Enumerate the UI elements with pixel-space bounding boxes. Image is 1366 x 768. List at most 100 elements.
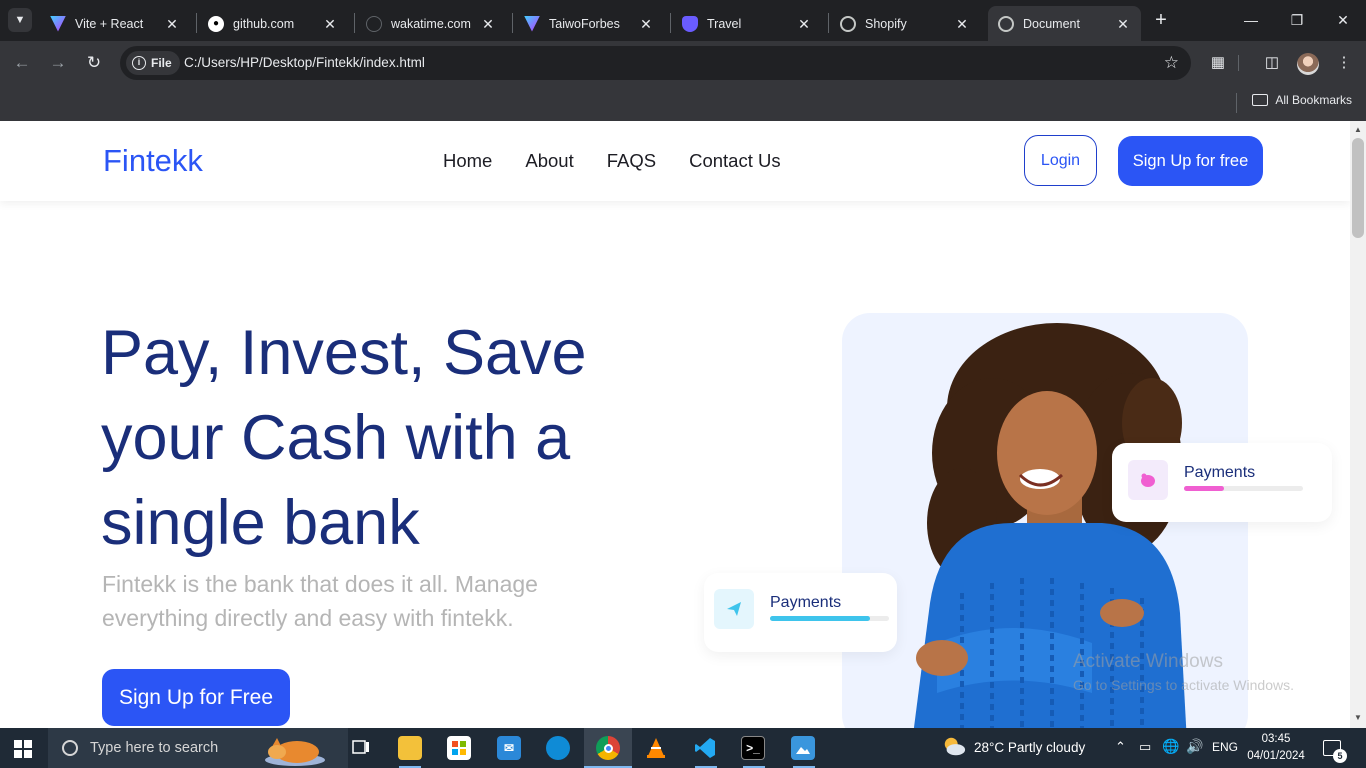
tab-title: github.com	[233, 16, 295, 31]
bookmarks-separator	[1236, 93, 1237, 113]
tab-taiwoforbes[interactable]: TaiwoForbes ✕	[514, 6, 664, 41]
browser-toolbar: ← → ↻ i File C:/Users/HP/Desktop/Fintekk…	[0, 41, 1366, 85]
close-window-button[interactable]: ✕	[1320, 0, 1366, 40]
volume-icon[interactable]: 🔊	[1186, 738, 1203, 755]
reload-button[interactable]: ↻	[82, 51, 106, 75]
new-tab-button[interactable]: +	[1150, 10, 1172, 32]
tab-wakatime[interactable]: wakatime.com ✕	[356, 6, 506, 41]
tab-shopify[interactable]: Shopify ✕	[830, 6, 980, 41]
all-bookmarks-label: All Bookmarks	[1275, 93, 1352, 107]
site-navbar: Fintekk Home About FAQS Contact Us Login…	[0, 121, 1350, 201]
tab-strip: ▼ Vite + React ✕ ● github.com ✕ wakatime…	[0, 0, 1366, 41]
extensions-icon[interactable]: ▦	[1206, 51, 1230, 75]
piggy-bank-icon	[1128, 460, 1168, 500]
back-button[interactable]: ←	[10, 51, 34, 75]
tab-vite-react[interactable]: Vite + React ✕	[40, 6, 190, 41]
plus-icon: +	[1155, 9, 1167, 31]
tab-separator	[512, 13, 513, 33]
close-icon[interactable]: ✕	[1115, 16, 1131, 32]
hero-title: Pay, Invest, Save your Cash with a singl…	[101, 318, 587, 558]
windows-start-icon[interactable]	[14, 740, 32, 758]
wakatime-icon	[366, 15, 382, 32]
photos-icon[interactable]	[791, 736, 815, 760]
menu-dots-icon[interactable]: ⋮	[1332, 51, 1356, 75]
arrow-left-icon: ←	[13, 53, 31, 72]
close-icon[interactable]: ✕	[954, 16, 970, 32]
close-icon[interactable]: ✕	[638, 16, 654, 32]
tab-separator	[196, 13, 197, 33]
tab-title: Vite + React	[75, 16, 144, 31]
login-button[interactable]: Login	[1024, 135, 1097, 186]
minimize-icon: —	[1244, 12, 1258, 28]
edge-icon[interactable]	[546, 736, 570, 760]
nav-link-contact[interactable]: Contact Us	[689, 150, 781, 172]
close-icon[interactable]: ✕	[480, 16, 496, 32]
bookmarks-bar: All Bookmarks	[0, 85, 1366, 121]
clock-time: 03:45	[1261, 733, 1291, 745]
chevron-up-icon[interactable]: ⌃	[1115, 739, 1126, 755]
nav-link-faqs[interactable]: FAQS	[607, 150, 656, 172]
close-icon[interactable]: ✕	[796, 16, 812, 32]
hero-signup-button[interactable]: Sign Up for Free	[102, 669, 290, 726]
scrollbar-thumb[interactable]	[1352, 138, 1364, 238]
reload-icon: ↻	[86, 53, 102, 72]
bookmark-star-icon[interactable]: ☆	[1164, 53, 1179, 73]
payments-card: Payments	[1112, 443, 1332, 522]
mail-icon[interactable]: ✉	[497, 736, 521, 760]
tab-travel[interactable]: Travel ✕	[672, 6, 822, 41]
activate-windows-title: Activate Windows	[1073, 651, 1223, 672]
address-bar[interactable]: i File C:/Users/HP/Desktop/Fintekk/index…	[120, 46, 1191, 80]
scroll-down-icon[interactable]: ▼	[1354, 713, 1362, 722]
weather-partly-cloudy-icon[interactable]	[942, 734, 966, 758]
side-panel-icon[interactable]: ◫	[1260, 51, 1284, 75]
signup-button[interactable]: Sign Up for free	[1118, 136, 1263, 186]
tab-title: wakatime.com	[391, 16, 471, 31]
info-icon: i	[132, 56, 146, 70]
nav-link-home[interactable]: Home	[443, 150, 492, 172]
paper-plane-icon	[714, 589, 754, 629]
payments-card: Payments	[704, 573, 897, 652]
restore-button[interactable]: ❐	[1274, 0, 1320, 40]
site-logo[interactable]: Fintekk	[103, 143, 203, 179]
vlc-icon[interactable]	[644, 736, 668, 760]
close-icon[interactable]: ✕	[164, 16, 180, 32]
chrome-icon[interactable]	[596, 736, 620, 760]
nav-link-about[interactable]: About	[525, 150, 573, 172]
all-bookmarks-button[interactable]: All Bookmarks	[1252, 93, 1352, 107]
tab-search-button[interactable]: ▼	[8, 8, 32, 32]
terminal-icon[interactable]: >_	[741, 736, 765, 760]
weather-text[interactable]: 28°C Partly cloudy	[974, 740, 1085, 755]
tab-separator	[670, 13, 671, 33]
progress-fill	[770, 616, 870, 621]
system-clock[interactable]: 03:45 04/01/2024	[1247, 731, 1305, 765]
progress-fill	[1184, 486, 1225, 491]
url-text[interactable]: C:/Users/HP/Desktop/Fintekk/index.html	[184, 55, 425, 70]
progress-track	[1184, 486, 1303, 491]
vscode-icon[interactable]	[693, 736, 717, 760]
task-view-icon[interactable]	[349, 736, 373, 760]
github-icon: ●	[208, 15, 224, 32]
network-icon[interactable]: 🌐	[1162, 738, 1179, 755]
profile-avatar[interactable]	[1297, 53, 1319, 75]
tab-document[interactable]: Document ✕	[988, 6, 1141, 41]
arrow-right-icon: →	[49, 53, 67, 72]
payments-label: Payments	[1184, 464, 1256, 481]
microsoft-store-icon[interactable]	[447, 736, 471, 760]
tab-title: Shopify	[865, 16, 907, 31]
language-indicator[interactable]: ENG	[1212, 740, 1238, 754]
minimize-button[interactable]: —	[1228, 0, 1274, 40]
site-info-chip[interactable]: i File	[126, 51, 180, 75]
tab-separator	[828, 13, 829, 33]
scroll-up-icon[interactable]: ▲	[1354, 125, 1362, 134]
page-scrollbar[interactable]: ▲ ▼	[1350, 121, 1366, 728]
file-explorer-icon[interactable]	[398, 736, 422, 760]
battery-icon[interactable]: ▭	[1139, 739, 1151, 755]
vite-icon	[50, 15, 66, 32]
close-icon[interactable]: ✕	[322, 16, 338, 32]
forward-button[interactable]: →	[46, 51, 70, 75]
tab-github[interactable]: ● github.com ✕	[198, 6, 348, 41]
clock-date: 04/01/2024	[1247, 750, 1305, 762]
chevron-down-icon: ▼	[14, 14, 26, 26]
chip-label: File	[151, 56, 172, 70]
site-menu: Home About FAQS Contact Us	[443, 150, 781, 172]
